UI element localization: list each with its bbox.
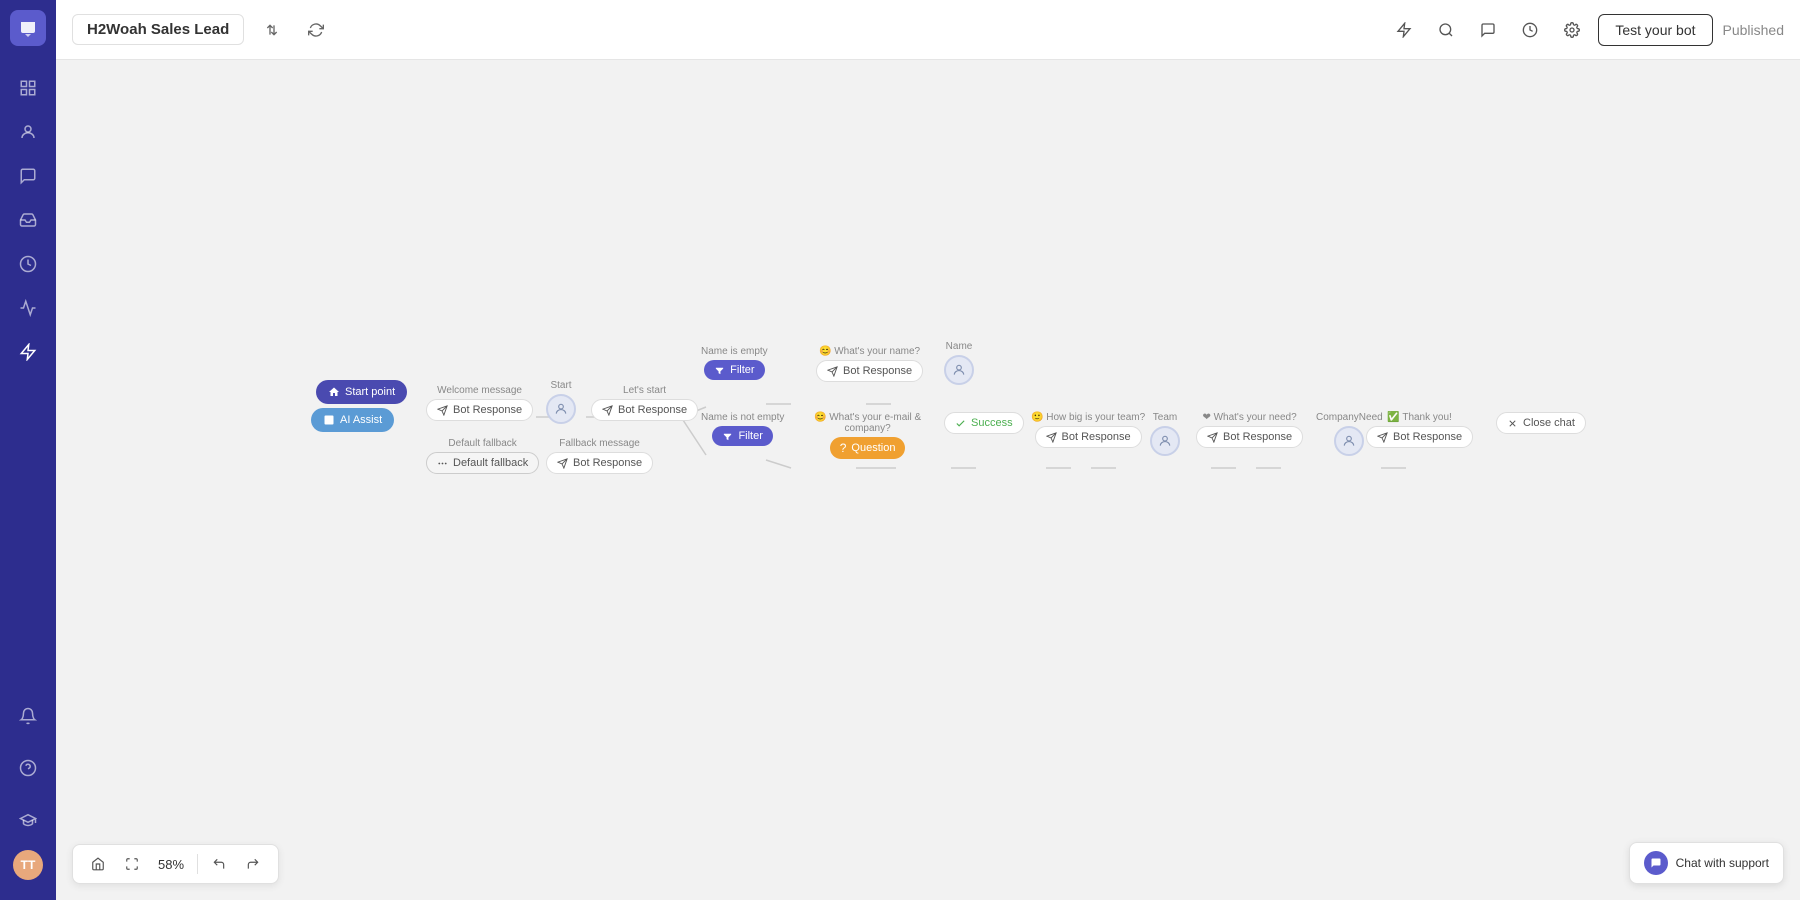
team-label: Team — [1153, 412, 1177, 423]
close-chat-text: Close chat — [1523, 417, 1575, 429]
node-whats-need[interactable]: ❤ What's your need? Bot Response — [1196, 412, 1303, 448]
lets-start-bot-response-label: Bot Response — [618, 404, 687, 416]
whats-need-text: Bot Response — [1223, 431, 1292, 443]
fit-view-button[interactable] — [119, 851, 145, 877]
published-button[interactable]: Published — [1723, 22, 1785, 38]
chat-support-button[interactable]: Chat with support — [1629, 842, 1784, 884]
sidebar-item-help[interactable] — [10, 750, 46, 786]
node-how-big-team[interactable]: 🙂 How big is your team? Bot Response — [1031, 412, 1145, 448]
filter-name-empty-text: Filter — [730, 364, 754, 376]
chat-icon[interactable] — [1472, 14, 1504, 46]
node-start-circle[interactable]: Start — [546, 380, 576, 424]
welcome-bot-response-label: Bot Response — [453, 404, 522, 416]
chat-support-label: Chat with support — [1676, 856, 1769, 870]
question-label: Question — [851, 442, 895, 454]
sidebar-item-history[interactable] — [10, 246, 46, 282]
toolbar-divider — [197, 854, 198, 874]
fallback-msg-label: Fallback message — [559, 438, 640, 449]
email-company-label: 😊 What's your e-mail &company? — [814, 412, 921, 434]
refresh-button[interactable] — [300, 14, 332, 46]
node-success[interactable]: Success — [944, 412, 1024, 434]
whats-name-bot-response-label: Bot Response — [843, 365, 912, 377]
filter-name-not-empty-text: Filter — [738, 430, 762, 442]
default-fallback-text: Default fallback — [453, 457, 528, 469]
logo-icon[interactable] — [10, 10, 46, 46]
search-icon[interactable] — [1430, 14, 1462, 46]
name-label: Name — [946, 341, 973, 352]
sidebar-item-inbox[interactable] — [10, 202, 46, 238]
node-lets-start[interactable]: Let's start Bot Response — [591, 385, 698, 421]
sidebar-item-contacts[interactable] — [10, 114, 46, 150]
node-filter-name-not-empty[interactable]: Name is not empty Filter — [701, 412, 784, 446]
sidebar-item-dashboard[interactable] — [10, 70, 46, 106]
node-welcome-msg[interactable]: Welcome message Bot Response — [426, 385, 533, 421]
zoom-level: 58% — [153, 857, 189, 872]
start-point-label: Start point — [345, 386, 395, 398]
transform-button[interactable] — [256, 14, 288, 46]
flow-canvas[interactable]: Start point AI Assist Welcome message Bo… — [56, 60, 1800, 900]
node-ai-assist[interactable]: AI Assist — [311, 408, 394, 432]
sidebar: TT — [0, 0, 56, 900]
settings-icon[interactable] — [1556, 14, 1588, 46]
whats-your-name-label: 😊 What's your name? — [819, 346, 920, 357]
start-label: Start — [550, 380, 571, 391]
filter-name-empty-label: Name is empty — [701, 346, 768, 357]
avatar[interactable]: TT — [13, 850, 43, 880]
fallback-bot-response-label: Bot Response — [573, 457, 642, 469]
how-big-team-label: 🙂 How big is your team? — [1031, 412, 1145, 423]
main-area: H2Woah Sales Lead Test your bot — [56, 0, 1800, 900]
sidebar-item-learn[interactable] — [10, 802, 46, 838]
chat-support-icon — [1644, 851, 1668, 875]
sidebar-item-messages[interactable] — [10, 158, 46, 194]
node-default-fallback[interactable]: Default fallback Default fallback — [426, 438, 539, 474]
default-fallback-label-text: Default fallback — [448, 438, 516, 449]
node-team-circle[interactable]: Team — [1150, 412, 1180, 456]
lets-start-label: Let's start — [623, 385, 666, 396]
sidebar-item-automation[interactable] — [10, 334, 46, 370]
sidebar-item-notifications[interactable] — [10, 698, 46, 734]
thank-you-label: ✅ Thank you! — [1387, 412, 1452, 423]
header: H2Woah Sales Lead Test your bot — [56, 0, 1800, 60]
success-label: Success — [971, 417, 1013, 429]
welcome-msg-label: Welcome message — [437, 385, 522, 396]
node-close-chat[interactable]: Close chat — [1496, 412, 1586, 434]
node-email-company[interactable]: 😊 What's your e-mail &company? ? Questio… — [814, 412, 921, 459]
node-filter-name-empty[interactable]: Name is empty Filter — [701, 346, 768, 380]
test-bot-button[interactable]: Test your bot — [1598, 14, 1712, 46]
flow-title[interactable]: H2Woah Sales Lead — [72, 14, 244, 45]
node-start-point[interactable]: Start point — [316, 380, 407, 404]
flow-nodes: Start point AI Assist Welcome message Bo… — [56, 60, 1800, 900]
node-thank-you[interactable]: ✅ Thank you! Bot Response — [1366, 412, 1473, 448]
bottom-toolbar: 58% — [72, 844, 279, 884]
node-fallback-msg[interactable]: Fallback message Bot Response — [546, 438, 653, 474]
how-big-team-text: Bot Response — [1062, 431, 1131, 443]
undo-button[interactable] — [206, 851, 232, 877]
filter-name-not-empty-label: Name is not empty — [701, 412, 784, 423]
redo-button[interactable] — [240, 851, 266, 877]
node-name-circle[interactable]: Name — [944, 341, 974, 385]
sidebar-item-analytics[interactable] — [10, 290, 46, 326]
home-view-button[interactable] — [85, 851, 111, 877]
lightning-icon[interactable] — [1388, 14, 1420, 46]
node-whats-your-name[interactable]: 😊 What's your name? Bot Response — [816, 346, 923, 382]
ai-assist-label: AI Assist — [340, 414, 382, 426]
thank-you-text: Bot Response — [1393, 431, 1462, 443]
history-icon[interactable] — [1514, 14, 1546, 46]
whats-need-label: ❤ What's your need? — [1202, 412, 1296, 423]
